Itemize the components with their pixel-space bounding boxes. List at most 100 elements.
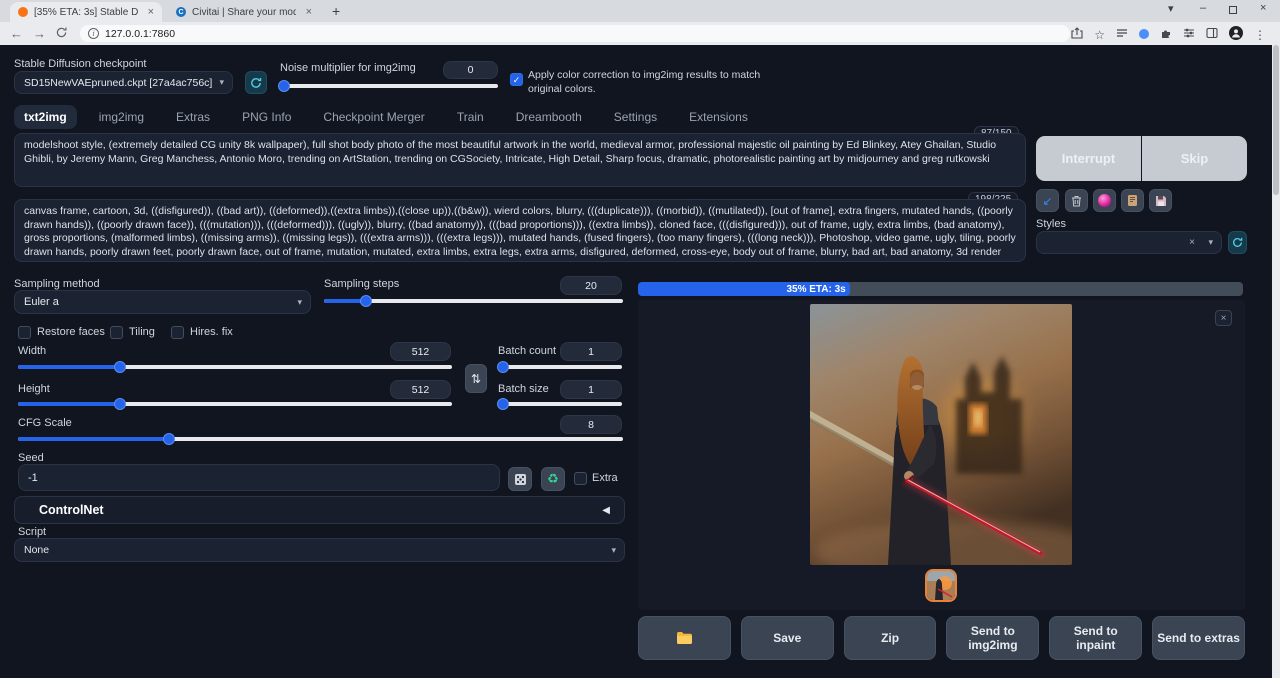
slider-thumb[interactable] — [114, 398, 126, 410]
back-icon[interactable]: ← — [10, 26, 23, 41]
new-tab-button[interactable]: + — [332, 3, 340, 19]
random-seed-button[interactable] — [508, 467, 532, 491]
batch-size-value[interactable]: 1 — [560, 380, 622, 399]
extra-networks-button[interactable] — [1093, 189, 1116, 212]
slider-thumb[interactable] — [497, 361, 509, 373]
generated-image[interactable] — [810, 304, 1072, 565]
tab-extras[interactable]: Extras — [166, 105, 220, 129]
tune-icon[interactable] — [1183, 27, 1195, 42]
slider-thumb[interactable] — [114, 361, 126, 373]
sampling-method-dropdown[interactable]: Euler a ▾ — [14, 290, 311, 314]
width-value[interactable]: 512 — [390, 342, 451, 361]
cfg-scale-value[interactable]: 8 — [560, 415, 622, 434]
tab-extensions[interactable]: Extensions — [679, 105, 758, 129]
apps-icon[interactable] — [1116, 27, 1128, 42]
gallery-thumbnail[interactable] — [925, 569, 957, 602]
batch-count-value[interactable]: 1 — [560, 342, 622, 361]
caret-down-icon: ▾ — [219, 77, 224, 88]
slider-thumb[interactable] — [497, 398, 509, 410]
hires-fix-checkbox[interactable] — [171, 326, 184, 339]
controlnet-accordion[interactable]: ControlNet ◀ — [14, 496, 625, 524]
info-icon[interactable]: i — [88, 28, 99, 39]
negative-prompt-textarea[interactable]: canvas frame, cartoon, 3d, ((disfigured)… — [14, 199, 1026, 262]
interrupt-button[interactable]: Interrupt — [1036, 136, 1141, 181]
browser-tab-civitai[interactable]: C Civitai | Share your models × — [168, 2, 320, 22]
swap-dimensions-button[interactable]: ⇅ — [465, 364, 487, 393]
paste-params-button[interactable]: ↙ — [1036, 189, 1059, 212]
address-bar[interactable]: i 127.0.0.1:7860 — [80, 25, 1070, 42]
seed-input[interactable] — [18, 464, 500, 491]
batch-size-slider[interactable] — [498, 402, 622, 406]
cfg-scale-slider[interactable] — [18, 437, 623, 441]
profile-avatar[interactable] — [1229, 26, 1243, 43]
window-close-icon[interactable]: × — [1260, 2, 1266, 14]
minimize-icon[interactable]: – — [1200, 2, 1206, 14]
scrollbar[interactable] — [1272, 45, 1280, 678]
height-value[interactable]: 512 — [390, 380, 451, 399]
chevron-down-icon[interactable]: ▾ — [1168, 2, 1174, 15]
slider-thumb[interactable] — [278, 80, 290, 92]
tab-png-info[interactable]: PNG Info — [232, 105, 301, 129]
bookmark-star-icon[interactable]: ☆ — [1094, 28, 1105, 42]
controlnet-title: ControlNet — [39, 503, 104, 517]
send-to-img2img-button[interactable]: Send to img2img — [946, 616, 1039, 660]
noise-multiplier-slider[interactable] — [280, 84, 498, 88]
puzzle-extensions-icon[interactable] — [1160, 27, 1172, 42]
open-folder-button[interactable] — [638, 616, 731, 660]
clear-prompt-button[interactable] — [1065, 189, 1088, 212]
tab-img2img[interactable]: img2img — [89, 105, 154, 129]
extension-blue-icon[interactable] — [1139, 28, 1149, 42]
skip-button[interactable]: Skip — [1142, 136, 1247, 181]
restore-faces-checkbox[interactable] — [18, 326, 31, 339]
tab-dreambooth[interactable]: Dreambooth — [506, 105, 592, 129]
checkpoint-label: Stable Diffusion checkpoint — [14, 58, 147, 70]
slider-thumb[interactable] — [360, 295, 372, 307]
clear-styles-icon[interactable]: × — [1189, 237, 1195, 248]
close-preview-icon[interactable]: × — [1215, 310, 1232, 326]
noise-multiplier-label: Noise multiplier for img2img — [280, 62, 416, 74]
styles-dropdown[interactable]: × ▾ — [1036, 231, 1222, 254]
tab-settings[interactable]: Settings — [604, 105, 667, 129]
reload-icon[interactable] — [56, 26, 67, 41]
noise-multiplier-value[interactable]: 0 — [443, 61, 498, 79]
browser-tab-sd[interactable]: [35% ETA: 3s] Stable Diffusion × — [10, 2, 162, 22]
zip-button[interactable]: Zip — [844, 616, 937, 660]
apply-style-button[interactable] — [1121, 189, 1144, 212]
color-correction-checkbox[interactable]: ✓ — [510, 73, 523, 86]
share-icon[interactable] — [1071, 27, 1083, 42]
preview-panel: × — [638, 300, 1245, 610]
browser-menu-icon[interactable]: ⋮ — [1254, 28, 1266, 42]
tab-txt2img[interactable]: txt2img — [14, 105, 77, 129]
refresh-checkpoints-button[interactable] — [245, 71, 267, 94]
sampling-steps-value[interactable]: 20 — [560, 276, 622, 295]
refresh-styles-button[interactable] — [1228, 231, 1247, 254]
slider-thumb[interactable] — [163, 433, 175, 445]
prompt-textarea[interactable]: modelshoot style, (extremely detailed CG… — [14, 133, 1026, 187]
width-slider[interactable] — [18, 365, 452, 369]
save-button[interactable]: Save — [741, 616, 834, 660]
maximize-icon[interactable] — [1229, 5, 1237, 17]
caret-down-icon: ▾ — [1208, 237, 1213, 248]
stage: [35% ETA: 3s] Stable Diffusion × C Civit… — [0, 0, 1280, 678]
tab-checkpoint-merger[interactable]: Checkpoint Merger — [313, 105, 434, 129]
extra-seed-checkbox[interactable] — [574, 472, 587, 485]
save-style-button[interactable] — [1149, 189, 1172, 212]
script-dropdown[interactable]: None ▾ — [14, 538, 625, 562]
checkpoint-dropdown[interactable]: SD15NewVAEpruned.ckpt [27a4ac756c] ▾ — [14, 71, 233, 94]
send-to-inpaint-button[interactable]: Send to inpaint — [1049, 616, 1142, 660]
height-slider[interactable] — [18, 402, 452, 406]
script-value: None — [24, 544, 49, 556]
batch-count-slider[interactable] — [498, 365, 622, 369]
tab-train[interactable]: Train — [447, 105, 494, 129]
color-correction-label: Apply color correction to img2img result… — [528, 68, 796, 96]
tiling-checkbox[interactable] — [110, 326, 123, 339]
close-tab-icon[interactable]: × — [148, 7, 154, 18]
sidebar-panel-icon[interactable] — [1206, 27, 1218, 42]
send-to-extras-button[interactable]: Send to extras — [1152, 616, 1245, 660]
forward-icon[interactable]: → — [33, 26, 46, 41]
thumbnail-image — [927, 571, 955, 600]
scrollbar-thumb[interactable] — [1273, 45, 1279, 195]
close-tab-icon[interactable]: × — [306, 7, 312, 18]
sampling-steps-slider[interactable] — [324, 299, 623, 303]
reuse-seed-button[interactable]: ♻ — [541, 467, 565, 491]
